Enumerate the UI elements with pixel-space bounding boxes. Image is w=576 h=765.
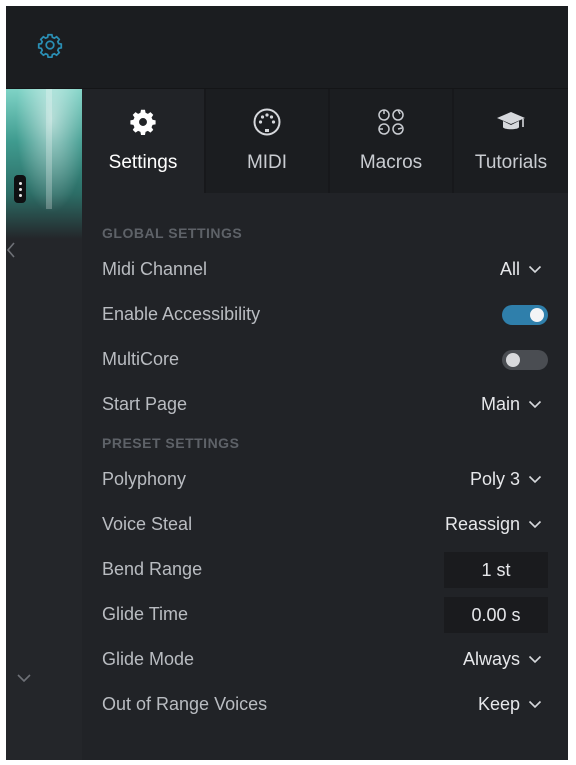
chevron-down-icon [528, 400, 542, 409]
midi-din-icon [250, 105, 284, 139]
setting-label: Bend Range [102, 559, 203, 579]
glide-mode-dropdown[interactable]: Always [463, 637, 548, 682]
dropdown-value: Always [462, 649, 520, 669]
setting-row-multicore: MultiCore [102, 337, 548, 382]
toggle-knob [506, 352, 520, 367]
setting-label: MultiCore [102, 349, 180, 369]
setting-label: Midi Channel [102, 259, 208, 279]
multicore-toggle[interactable] [502, 349, 548, 370]
glide-time-value-field[interactable]: 0.00 s [444, 596, 548, 633]
gear-icon[interactable] [37, 32, 63, 58]
preset-artwork-thumbnail [6, 89, 82, 239]
chevron-down-icon [528, 520, 542, 529]
midi-channel-dropdown[interactable]: All [500, 247, 548, 292]
dropdown-value: All [499, 259, 520, 279]
graduation-cap-icon [494, 105, 528, 139]
start-page-dropdown[interactable]: Main [481, 382, 548, 427]
chevron-down-icon [528, 700, 542, 709]
dot-icon [18, 187, 22, 191]
setting-label: Out of Range Voices [102, 694, 268, 714]
setting-label: Glide Mode [102, 649, 195, 669]
tab-midi[interactable]: MIDI [206, 89, 330, 193]
chevron-left-icon[interactable] [6, 241, 16, 259]
dot-icon [18, 193, 22, 197]
chevron-down-icon [528, 265, 542, 274]
more-options-handle[interactable] [14, 175, 26, 203]
setting-label: Start Page [102, 394, 188, 414]
settings-window: Settings MIDI Macros Tutorials GLOBAL SE… [6, 6, 568, 760]
enable-accessibility-toggle[interactable] [502, 304, 548, 325]
chevron-down-icon [528, 475, 542, 484]
tab-label: Tutorials [474, 152, 548, 173]
macros-knobs-icon [374, 105, 408, 139]
setting-row-out-of-range-voices: Out of Range Voices Keep [102, 682, 548, 727]
setting-label: Polyphony [102, 469, 187, 489]
settings-panel: Settings MIDI Macros Tutorials GLOBAL SE… [82, 89, 568, 760]
dropdown-value: Main [480, 394, 520, 414]
chevron-down-icon[interactable] [16, 673, 32, 683]
setting-row-glide-mode: Glide Mode Always [102, 637, 548, 682]
section-header-global: GLOBAL SETTINGS [102, 225, 243, 241]
dropdown-value: Reassign [444, 514, 520, 534]
setting-row-enable-accessibility: Enable Accessibility [102, 292, 548, 337]
chevron-down-icon [528, 655, 542, 664]
bend-range-value-field[interactable]: 1 st [444, 551, 548, 588]
setting-label: Voice Steal [102, 514, 193, 534]
tab-tutorials[interactable]: Tutorials [454, 89, 568, 193]
setting-row-bend-range: Bend Range 1 st [102, 547, 548, 592]
settings-list: GLOBAL SETTINGS Midi Channel All Enable … [102, 217, 548, 727]
setting-row-voice-steal: Voice Steal Reassign [102, 502, 548, 547]
setting-label: Glide Time [102, 604, 189, 624]
left-side-strip [6, 89, 82, 760]
top-bar [6, 6, 568, 89]
dropdown-value: Keep [477, 694, 520, 714]
tab-label: Settings [108, 152, 178, 173]
tab-bar: Settings MIDI Macros Tutorials [82, 89, 568, 193]
dropdown-value: Poly 3 [469, 469, 520, 489]
tab-macros[interactable]: Macros [330, 89, 454, 193]
section-header-preset: PRESET SETTINGS [102, 435, 240, 451]
setting-row-start-page: Start Page Main [102, 382, 548, 427]
toggle-knob [530, 307, 544, 322]
tab-settings[interactable]: Settings [82, 89, 206, 193]
dot-icon [18, 181, 22, 185]
tab-label: Macros [359, 152, 423, 173]
tab-label: MIDI [246, 152, 288, 173]
setting-row-polyphony: Polyphony Poly 3 [102, 457, 548, 502]
voice-steal-dropdown[interactable]: Reassign [445, 502, 548, 547]
setting-label: Enable Accessibility [102, 304, 261, 324]
out-of-range-voices-dropdown[interactable]: Keep [478, 682, 548, 727]
setting-row-glide-time: Glide Time 0.00 s [102, 592, 548, 637]
gear-icon [126, 105, 160, 139]
setting-row-midi-channel: Midi Channel All [102, 247, 548, 292]
polyphony-dropdown[interactable]: Poly 3 [470, 457, 548, 502]
